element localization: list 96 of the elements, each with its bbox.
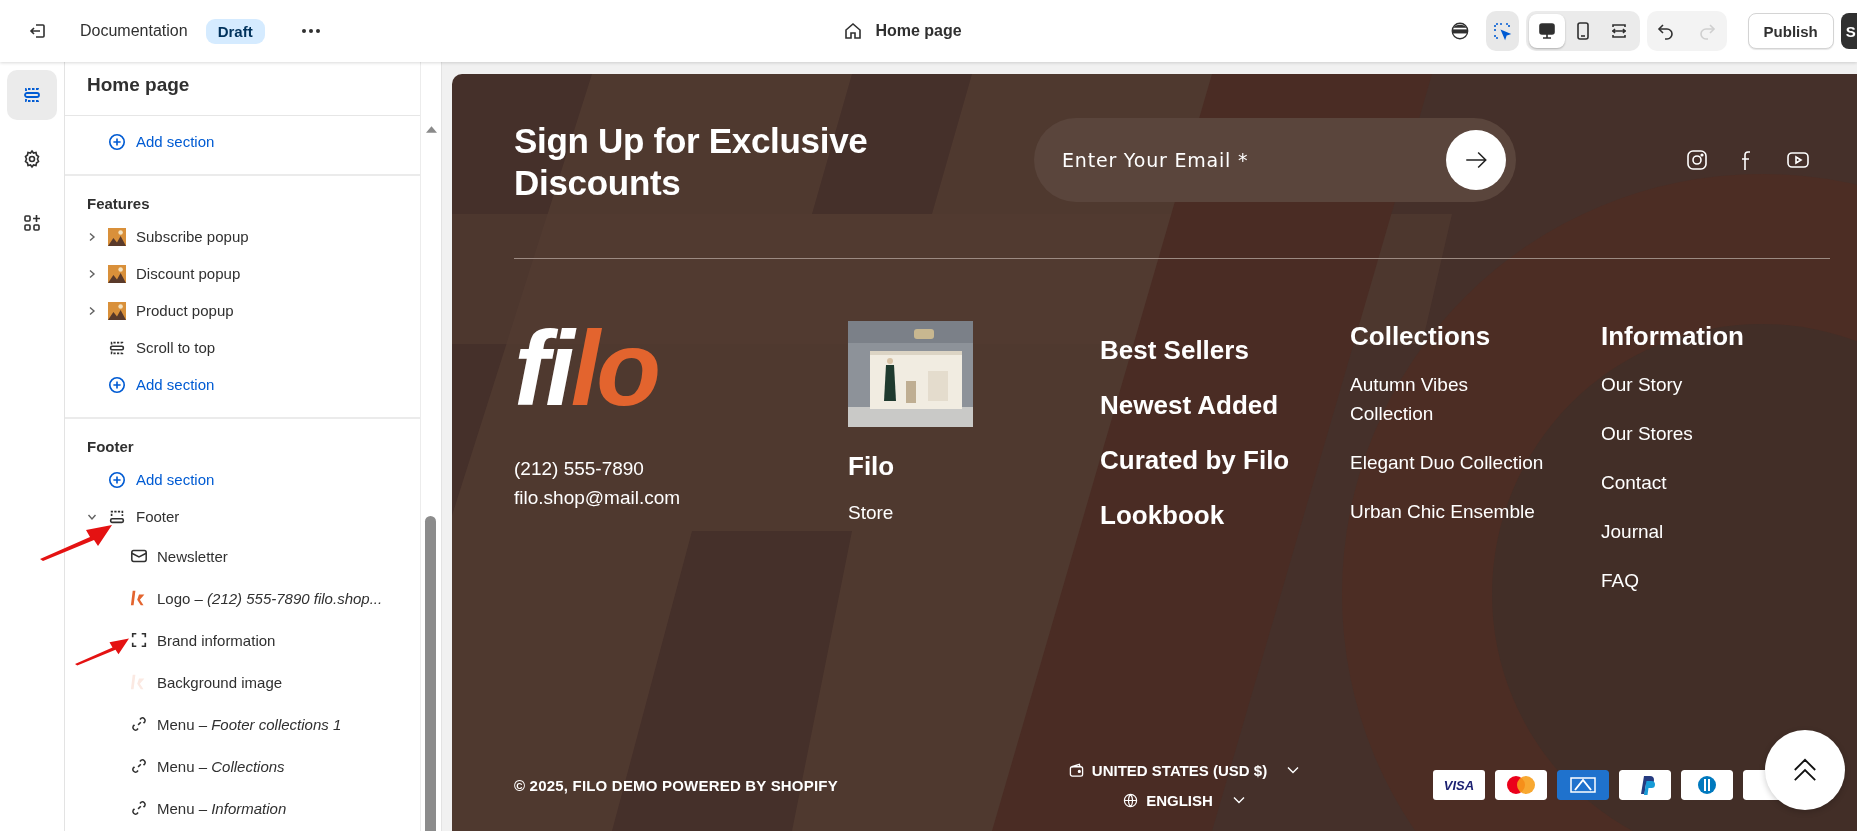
chevron-right-icon[interactable] bbox=[87, 305, 97, 316]
link-icon bbox=[130, 799, 148, 817]
menu-link[interactable]: Best Sellers bbox=[1100, 323, 1350, 378]
publish-button[interactable]: Publish bbox=[1747, 13, 1834, 49]
item-label: Discount popup bbox=[136, 265, 241, 282]
scrollbar-thumb[interactable] bbox=[425, 516, 437, 831]
store-title: Filo bbox=[848, 451, 896, 482]
settings-icon bbox=[22, 149, 42, 169]
paypal-icon bbox=[1619, 770, 1671, 800]
item-label: Menu – Information bbox=[157, 799, 287, 817]
menu-link[interactable]: FAQ bbox=[1601, 566, 1806, 595]
menu-link[interactable]: Our Story bbox=[1601, 370, 1806, 399]
wallet-icon bbox=[1068, 762, 1084, 778]
add-section-link[interactable]: Add section bbox=[65, 461, 421, 498]
mastercard-icon bbox=[1495, 770, 1547, 800]
block-item[interactable]: Brand information bbox=[65, 619, 421, 661]
plus-circle-icon bbox=[108, 132, 126, 151]
add-section-link[interactable]: Add section bbox=[65, 123, 421, 160]
frame-icon bbox=[130, 631, 148, 649]
submit-button[interactable] bbox=[1446, 130, 1506, 190]
menu-link[interactable]: Elegant Duo Collection bbox=[1350, 448, 1555, 477]
sections-icon bbox=[22, 85, 42, 105]
menu-link[interactable]: Urban Chic Ensemble bbox=[1350, 497, 1555, 526]
exit-icon bbox=[28, 21, 48, 41]
section-item[interactable]: Scroll to top bbox=[65, 329, 421, 366]
visa-card: VISA bbox=[1433, 770, 1485, 800]
menu-link[interactable]: Journal bbox=[1601, 517, 1806, 546]
desktop-icon bbox=[1536, 21, 1557, 41]
chevron-down-icon bbox=[1232, 796, 1245, 804]
link-icon bbox=[130, 757, 148, 775]
inspector-button[interactable] bbox=[1485, 11, 1519, 51]
group-heading: Features bbox=[86, 194, 151, 214]
menu-heading: Information bbox=[1601, 321, 1745, 352]
item-label: Newsletter bbox=[157, 547, 228, 565]
menu-link[interactable]: Curated by Filo bbox=[1100, 433, 1350, 488]
menu-link[interactable]: Autumn Vibes Collection bbox=[1350, 370, 1555, 428]
block-item[interactable]: Menu – Information bbox=[65, 787, 421, 829]
block-item[interactable]: Menu – Footer collections 1 bbox=[65, 703, 421, 745]
section-item[interactable]: Product popup bbox=[65, 292, 421, 329]
item-label: Menu – Footer collections 1 bbox=[157, 715, 342, 733]
block-item[interactable]: Menu – Collections bbox=[65, 745, 421, 787]
menu-link[interactable]: Contact bbox=[1601, 468, 1806, 497]
item-label: Product popup bbox=[136, 302, 234, 319]
link-icon bbox=[130, 715, 148, 733]
envelope-icon bbox=[130, 547, 148, 565]
chevron-right-icon[interactable] bbox=[87, 268, 97, 279]
phone-number: (212) 555-7890 bbox=[514, 457, 645, 481]
document-title: Documentation bbox=[80, 22, 188, 40]
menu-link[interactable]: Lookbook bbox=[1100, 488, 1350, 543]
sections-tab[interactable] bbox=[7, 70, 57, 120]
item-label: Background image bbox=[157, 673, 283, 691]
youtube-icon[interactable] bbox=[1786, 149, 1810, 171]
brand-logo[interactable]: filo bbox=[514, 321, 848, 416]
status-badge: Draft bbox=[205, 18, 265, 44]
page-title[interactable]: Home page bbox=[875, 22, 962, 40]
chevron-down-icon bbox=[1287, 766, 1300, 774]
block-item[interactable]: Newsletter bbox=[65, 535, 421, 577]
chevron-right-icon[interactable] bbox=[87, 231, 97, 242]
add-section-link[interactable]: Add section bbox=[65, 366, 421, 403]
item-label: Menu – Collections bbox=[157, 757, 285, 775]
item-label: Scroll to top bbox=[136, 339, 216, 356]
menu-link[interactable]: Newest Added bbox=[1100, 378, 1350, 433]
home-icon bbox=[843, 21, 864, 41]
block-item[interactable]: Logo – (212) 555-7890 filo.shop... bbox=[65, 577, 421, 619]
desktop-view-button[interactable] bbox=[1528, 14, 1565, 48]
select-cursor-icon bbox=[1492, 21, 1513, 41]
item-label: Footer bbox=[136, 508, 180, 525]
instagram-icon[interactable] bbox=[1686, 149, 1708, 171]
block-item[interactable]: Background image bbox=[65, 661, 421, 703]
diners-icon bbox=[1681, 770, 1733, 800]
mask-icon[interactable] bbox=[1451, 20, 1469, 42]
amex-icon bbox=[1557, 770, 1609, 800]
store-link[interactable]: Store bbox=[848, 502, 1100, 524]
item-label: Logo – (212) 555-7890 filo.shop... bbox=[157, 589, 383, 607]
plus-circle-icon bbox=[108, 375, 126, 394]
menu-heading: Collections bbox=[1350, 321, 1492, 352]
email-address: filo.shop@mail.com bbox=[514, 486, 682, 510]
country-selector[interactable]: UNITED STATES (USD $) bbox=[1068, 761, 1300, 779]
scroll-up-icon[interactable] bbox=[426, 126, 438, 133]
apps-icon bbox=[22, 213, 42, 233]
item-label: Brand information bbox=[157, 631, 276, 649]
group-heading: Footer bbox=[86, 437, 135, 457]
section-item[interactable]: Footer bbox=[65, 498, 421, 535]
email-field[interactable]: Enter Your Email * bbox=[1060, 148, 1446, 172]
copyright-text: © 2025, FILO DEMO POWERED BY SHOPIFY bbox=[514, 776, 839, 794]
redo-icon bbox=[1697, 21, 1718, 41]
globe-icon bbox=[1123, 792, 1139, 808]
section-item[interactable]: Discount popup bbox=[65, 255, 421, 292]
item-label: Subscribe popup bbox=[136, 228, 249, 245]
language-selector[interactable]: ENGLISH bbox=[1123, 791, 1245, 809]
newsletter-heading: Sign Up for Exclusive Discounts bbox=[514, 120, 869, 204]
menu-link[interactable]: Our Stores bbox=[1601, 419, 1806, 448]
more-icon bbox=[300, 28, 321, 34]
plus-circle-icon bbox=[108, 470, 126, 489]
section-item[interactable]: Subscribe popup bbox=[65, 218, 421, 255]
save-button[interactable]: S bbox=[1840, 13, 1857, 49]
